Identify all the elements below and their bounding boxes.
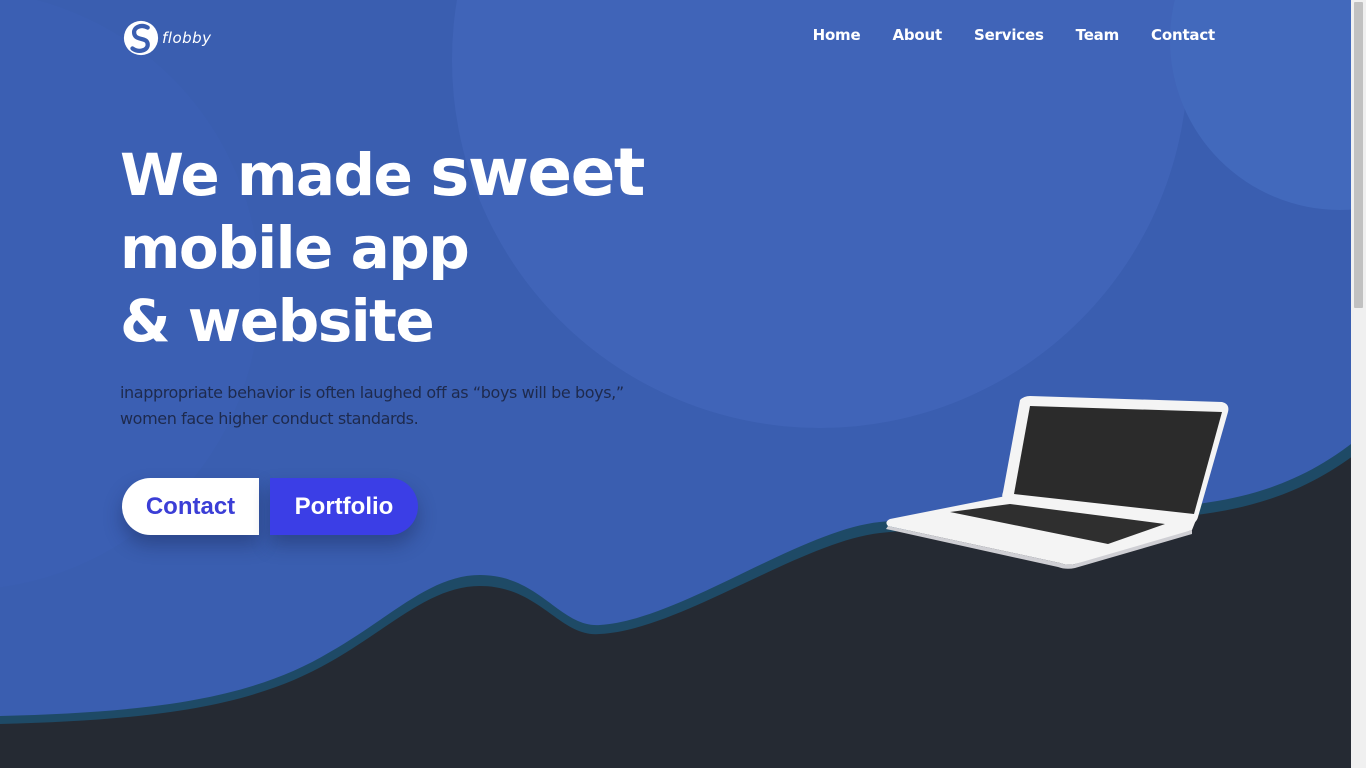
- nav-home[interactable]: Home: [813, 26, 861, 44]
- hero-title: We made sweet mobile app & website: [120, 134, 645, 358]
- scrollbar-thumb[interactable]: [1354, 2, 1363, 308]
- nav-team[interactable]: Team: [1076, 26, 1120, 44]
- brand-logo[interactable]: flobby: [122, 17, 212, 59]
- nav-about[interactable]: About: [892, 26, 942, 44]
- hero-title-line3: & website: [120, 287, 435, 355]
- nav-services[interactable]: Services: [974, 26, 1044, 44]
- hero-title-line2: mobile app: [120, 214, 470, 282]
- portfolio-button[interactable]: Portfolio: [270, 478, 418, 535]
- s-swirl-logo-icon: [123, 20, 159, 56]
- contact-button[interactable]: Contact: [122, 478, 259, 535]
- main-nav: Home About Services Team Contact: [813, 26, 1216, 44]
- hero-title-line1-a: We made: [120, 141, 431, 209]
- laptop-icon: [886, 396, 1229, 569]
- hero-subtitle: inappropriate behavior is often laughed …: [120, 383, 624, 428]
- vertical-scrollbar[interactable]: [1351, 0, 1366, 768]
- brand-name: flobby: [162, 29, 212, 47]
- nav-contact[interactable]: Contact: [1151, 26, 1215, 44]
- hero-title-line1-b: sweet: [430, 134, 645, 211]
